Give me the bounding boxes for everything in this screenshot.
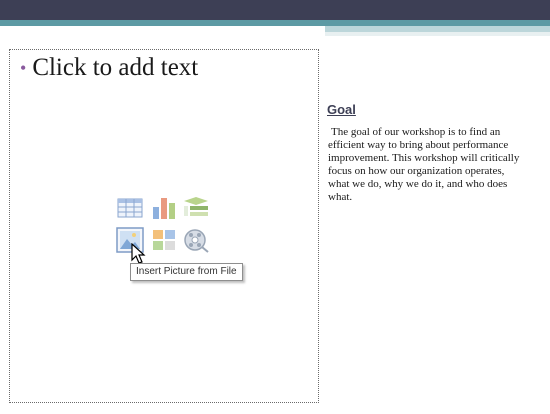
insert-media-icon[interactable]	[182, 227, 210, 253]
content-placeholder[interactable]: • Click to add text	[9, 49, 319, 403]
insert-table-icon[interactable]	[116, 195, 144, 221]
top-band-shade	[325, 32, 550, 36]
tooltip: Insert Picture from File	[130, 263, 243, 281]
placeholder-text[interactable]: Click to add text	[32, 54, 198, 82]
top-band-dark	[0, 0, 550, 20]
bullet-icon: •	[20, 57, 27, 78]
textbox-body[interactable]: The goal of our workshop is to find an e…	[328, 126, 528, 204]
top-band-cutout	[0, 26, 325, 46]
mouse-cursor-icon	[131, 242, 147, 265]
insert-smartart-icon[interactable]	[182, 195, 210, 221]
insert-chart-icon[interactable]	[150, 195, 178, 221]
textbox-title[interactable]: Goal	[327, 102, 356, 117]
insert-clipart-icon[interactable]	[150, 227, 178, 253]
placeholder-prompt[interactable]: • Click to add text	[20, 54, 198, 82]
